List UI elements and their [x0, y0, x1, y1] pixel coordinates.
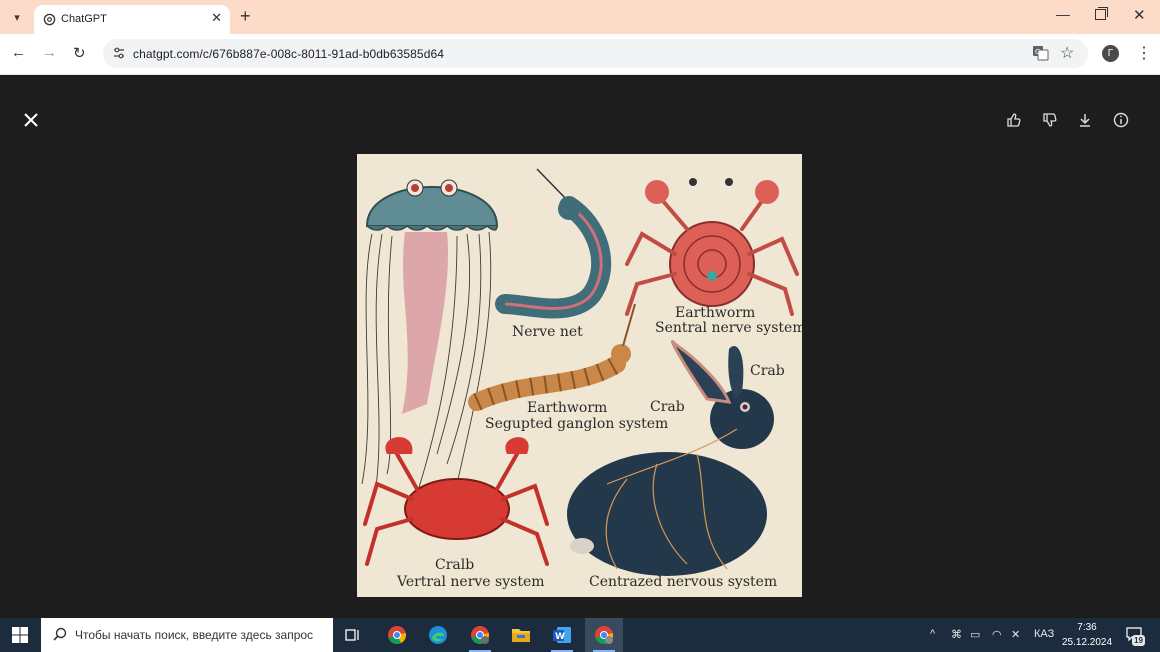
taskbar-chrome-active[interactable]	[585, 618, 623, 652]
clock[interactable]: 7:36 25.12.2024	[1062, 620, 1112, 650]
taskbar-chrome-profile[interactable]	[461, 618, 499, 652]
chrome-icon	[388, 626, 407, 644]
orange-worm-illustration	[468, 303, 636, 411]
jellyfish-illustration	[361, 179, 499, 495]
restore-button[interactable]	[1095, 7, 1108, 20]
profile-avatar[interactable]: Г	[1102, 45, 1119, 62]
volume-muted-icon[interactable]: ✕	[1011, 628, 1020, 641]
taskbar-file-explorer[interactable]	[502, 618, 540, 652]
tab-close-icon[interactable]: ✕	[211, 10, 222, 26]
meet-now-icon[interactable]: ⌘	[951, 628, 962, 641]
tab-search-button[interactable]: ▾	[6, 7, 28, 27]
task-view-button[interactable]	[334, 618, 372, 652]
browser-toolbar: ← → ↻ chatgpt.com/c/676b887e-008c-8011-9…	[0, 34, 1160, 75]
generated-image: Nerve net Earthworm Sentral nerve system…	[357, 154, 802, 597]
label-vertral: Vertral nerve system	[397, 574, 545, 590]
taskbar-edge[interactable]	[419, 618, 457, 652]
bookmark-star-icon[interactable]: ☆	[1060, 43, 1074, 63]
taskbar-search-box[interactable]: Чтобы начать поиск, введите здесь запрос	[41, 618, 333, 652]
chevron-down-icon: ▾	[14, 11, 20, 24]
svg-text:G: G	[1035, 48, 1040, 56]
back-icon[interactable]: ←	[11, 44, 26, 61]
windows-start-icon[interactable]	[12, 627, 28, 643]
windows-taskbar: Чтобы начать поиск, введите здесь запрос	[0, 618, 1160, 652]
new-tab-button[interactable]: +	[240, 6, 251, 27]
address-bar[interactable]: chatgpt.com/c/676b887e-008c-8011-91ad-b0…	[103, 39, 1088, 68]
openai-logo-icon	[43, 13, 56, 26]
bottom-crab-illustration	[363, 437, 549, 566]
browser-menu-icon[interactable]: ⋮	[1136, 43, 1152, 63]
minimize-button[interactable]: —	[1056, 6, 1070, 22]
forward-icon[interactable]: →	[42, 44, 57, 61]
label-segmented: Segupted ganglon system	[485, 416, 669, 432]
word-icon: W	[553, 627, 571, 643]
wifi-icon[interactable]: ◠	[992, 628, 1002, 641]
tab-title: ChatGPT	[61, 13, 107, 25]
edge-icon	[429, 626, 447, 644]
blue-worm-illustration	[495, 168, 611, 319]
image-viewer: Nerve net Earthworm Sentral nerve system…	[0, 75, 1160, 618]
clock-time: 7:36	[1077, 622, 1097, 633]
taskbar-search-placeholder: Чтобы начать поиск, введите здесь запрос	[75, 628, 314, 642]
tab-chatgpt[interactable]: ChatGPT ✕	[34, 5, 230, 34]
label-nerve-net: Nerve net	[512, 324, 583, 340]
thumbs-up-icon[interactable]	[1005, 111, 1023, 129]
battery-icon[interactable]: ▭	[970, 628, 980, 641]
chrome-active-icon	[595, 626, 614, 644]
label-crab-mid: Crab	[650, 399, 685, 415]
url-text[interactable]: chatgpt.com/c/676b887e-008c-8011-91ad-b0…	[133, 47, 444, 61]
info-icon[interactable]	[1112, 111, 1130, 129]
close-icon[interactable]	[22, 111, 40, 129]
label-crab-right: Crab	[750, 363, 785, 379]
download-icon[interactable]	[1076, 111, 1094, 129]
label-earthworm-top: Earthworm	[675, 305, 756, 321]
task-view-icon	[345, 629, 359, 641]
tab-strip: ▾ ChatGPT ✕ + — ✕	[0, 0, 1160, 34]
label-crab-bottom: Cralb	[435, 557, 475, 573]
clock-date: 25.12.2024	[1062, 637, 1113, 648]
translate-icon[interactable]: G	[1032, 45, 1049, 61]
nervous-systems-illustration	[361, 168, 799, 576]
folder-icon	[512, 629, 530, 642]
label-sentral: Sentral nerve system	[655, 320, 802, 336]
taskbar-word[interactable]: W	[543, 618, 581, 652]
close-window-button[interactable]: ✕	[1133, 6, 1146, 24]
thumbs-down-icon[interactable]	[1041, 111, 1059, 129]
chrome-profile-icon	[471, 626, 490, 644]
language-indicator[interactable]: КАЗ	[1034, 628, 1054, 640]
tray-overflow-icon[interactable]: ^	[930, 628, 935, 640]
label-centrazed: Centrazed nervous system	[589, 574, 778, 590]
site-info-icon[interactable]	[112, 46, 126, 60]
label-earthworm-mid: Earthworm	[527, 400, 608, 416]
taskbar-chrome[interactable]	[378, 618, 416, 652]
reload-icon[interactable]: ↻	[73, 44, 86, 62]
top-crab-illustration	[625, 178, 799, 316]
search-icon	[53, 627, 67, 641]
svg-text:W: W	[555, 632, 565, 642]
notification-badge: 19	[1132, 635, 1145, 646]
